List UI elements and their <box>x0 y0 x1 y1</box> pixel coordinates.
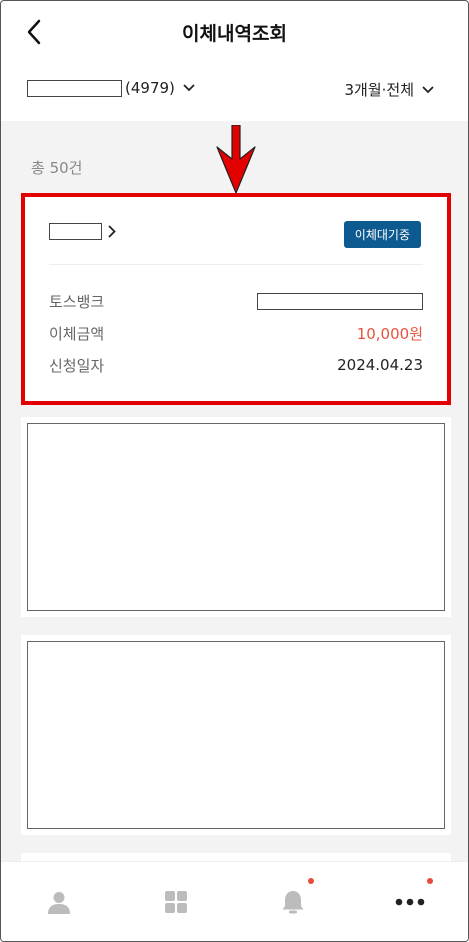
nav-menu-button[interactable] <box>118 862 235 941</box>
chevron-down-icon <box>183 84 195 92</box>
masked-content <box>27 641 445 829</box>
transfer-item-placeholder[interactable] <box>21 635 451 835</box>
status-badge: 이체대기중 <box>343 221 421 248</box>
nav-my-button[interactable] <box>1 862 118 941</box>
nav-notifications-button[interactable] <box>235 862 352 941</box>
transfer-list-area: 총 50건 이체대기중 토스뱅크 이체금액 10,000원 신청일자 2024.… <box>1 121 468 861</box>
filter-row: (4979) 3개월·전체 <box>1 63 468 121</box>
bank-row: 토스뱅크 <box>49 290 423 312</box>
masked-recipient-name <box>49 223 102 240</box>
bottom-navigation <box>1 861 468 941</box>
date-label: 신청일자 <box>49 356 105 375</box>
more-icon <box>395 898 424 905</box>
date-row: 신청일자 2024.04.23 <box>49 354 423 376</box>
annotation-arrow-icon <box>216 125 256 194</box>
masked-account-number <box>257 292 423 310</box>
recipient-link[interactable] <box>49 223 116 240</box>
masked-content <box>27 423 445 611</box>
app-frame: 이체내역조회 (4979) 3개월·전체 총 50건 이체대기중 토스뱅크 이체… <box>0 0 469 942</box>
transfer-item-placeholder[interactable] <box>21 417 451 617</box>
masked-account-name <box>27 79 122 97</box>
amount-row: 이체금액 10,000원 <box>49 322 423 344</box>
bank-name: 토스뱅크 <box>49 292 105 311</box>
period-label: 3개월·전체 <box>344 81 414 99</box>
transfer-item-card[interactable]: 이체대기중 토스뱅크 이체금액 10,000원 신청일자 2024.04.23 <box>21 193 451 405</box>
grid-icon <box>165 890 188 913</box>
more-notification-dot <box>427 878 434 884</box>
person-icon <box>48 891 71 914</box>
bell-icon <box>282 890 304 913</box>
divider <box>49 264 423 265</box>
amount-label: 이체금액 <box>49 324 105 343</box>
transfer-item-partial <box>21 853 451 861</box>
header: 이체내역조회 <box>1 1 468 63</box>
page-title: 이체내역조회 <box>182 23 287 45</box>
period-selector[interactable]: 3개월·전체 <box>344 79 434 100</box>
chevron-right-icon <box>108 225 116 238</box>
amount-value: 10,000원 <box>356 324 423 343</box>
account-selector[interactable]: (4979) <box>27 79 195 97</box>
date-value: 2024.04.23 <box>337 356 423 374</box>
total-count: 총 50건 <box>31 159 83 177</box>
notification-dot <box>307 878 314 884</box>
account-suffix: (4979) <box>125 79 175 97</box>
nav-more-button[interactable] <box>351 862 468 941</box>
chevron-down-icon <box>422 85 434 93</box>
